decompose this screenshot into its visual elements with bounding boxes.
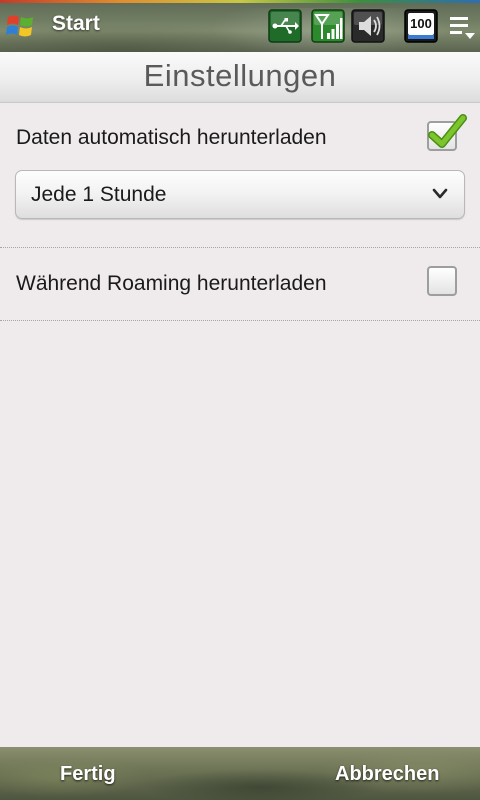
interval-dropdown-value: Jede 1 Stunde <box>31 183 167 206</box>
battery-icon: 100 <box>404 9 438 43</box>
title-bar: Einstellungen <box>0 52 480 103</box>
divider <box>0 247 480 248</box>
windows-logo-icon[interactable] <box>6 11 36 41</box>
page-title: Einstellungen <box>143 58 337 93</box>
checkmark-icon <box>428 114 467 148</box>
divider <box>0 320 480 321</box>
usb-icon <box>268 9 302 43</box>
roaming-download-label: Während Roaming herunterladen <box>16 272 327 295</box>
battery-level-text: 100 <box>410 16 432 31</box>
auto-download-checkbox[interactable] <box>427 114 467 151</box>
signal-icon <box>311 9 345 43</box>
menu-icon[interactable] <box>446 9 478 43</box>
cancel-softkey[interactable]: Abbrechen <box>335 763 439 786</box>
speaker-icon <box>351 9 385 43</box>
done-softkey[interactable]: Fertig <box>60 763 116 786</box>
start-label[interactable]: Start <box>52 12 100 36</box>
auto-download-label: Daten automatisch herunterladen <box>16 126 327 149</box>
chevron-down-icon <box>432 188 448 199</box>
roaming-download-checkbox[interactable] <box>427 266 457 296</box>
status-bar: Start 100 <box>0 0 480 52</box>
interval-dropdown[interactable]: Jede 1 Stunde <box>15 170 465 219</box>
softkey-bar: Fertig Abbrechen <box>0 747 480 800</box>
